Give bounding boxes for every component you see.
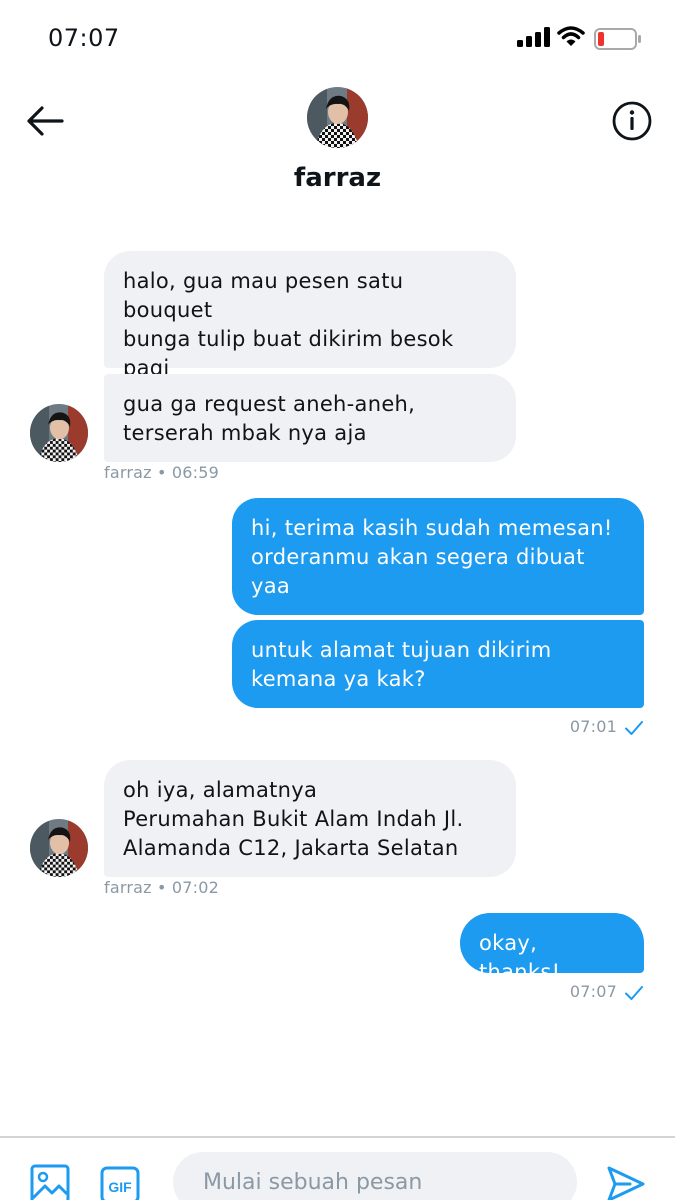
image-icon[interactable] [30,1164,70,1200]
message-meta: 07:07 [570,982,643,1001]
message-bubble-incoming[interactable]: halo, gua mau pesen satu bouquet bunga t… [104,251,516,380]
avatar[interactable] [30,404,88,462]
message-time: 07:01 [569,717,617,736]
avatar[interactable] [30,819,88,877]
message-meta: farraz • 06:59 [104,463,220,482]
message-input[interactable] [173,1152,577,1200]
wifi-icon [557,26,585,46]
status-bar: 07:07 [0,0,675,78]
status-time: 07:07 [48,24,120,52]
conversation-header: farraz [0,78,675,218]
avatar[interactable] [307,87,368,148]
message-meta: farraz • 07:02 [104,878,220,897]
read-check-icon [625,720,643,735]
gif-label: GIF [108,1179,132,1195]
gif-icon[interactable]: GIF [100,1166,140,1200]
message-composer: GIF [0,1136,675,1200]
signal-icon [517,27,550,47]
message-meta: 07:01 [570,717,643,736]
message-bubble-outgoing[interactable]: hi, terima kasih sudah memesan! orderanm… [232,498,644,615]
battery-icon [594,28,641,50]
back-arrow-icon[interactable] [24,100,66,142]
message-bubble-outgoing[interactable]: okay, thanks! [460,913,644,984]
read-check-icon [625,985,643,1000]
conversation-title: farraz [293,163,382,193]
message-bubble-incoming[interactable]: gua ga request aneh-aneh, terserah mbak … [104,374,516,462]
message-time: 07:07 [569,982,617,1001]
message-bubble-outgoing[interactable]: untuk alamat tujuan dikirim kemana ya ka… [232,620,644,708]
message-bubble-incoming[interactable]: oh iya, alamatnya Perumahan Bukit Alam I… [104,760,516,877]
send-icon[interactable] [606,1164,646,1200]
info-icon[interactable] [611,100,653,142]
